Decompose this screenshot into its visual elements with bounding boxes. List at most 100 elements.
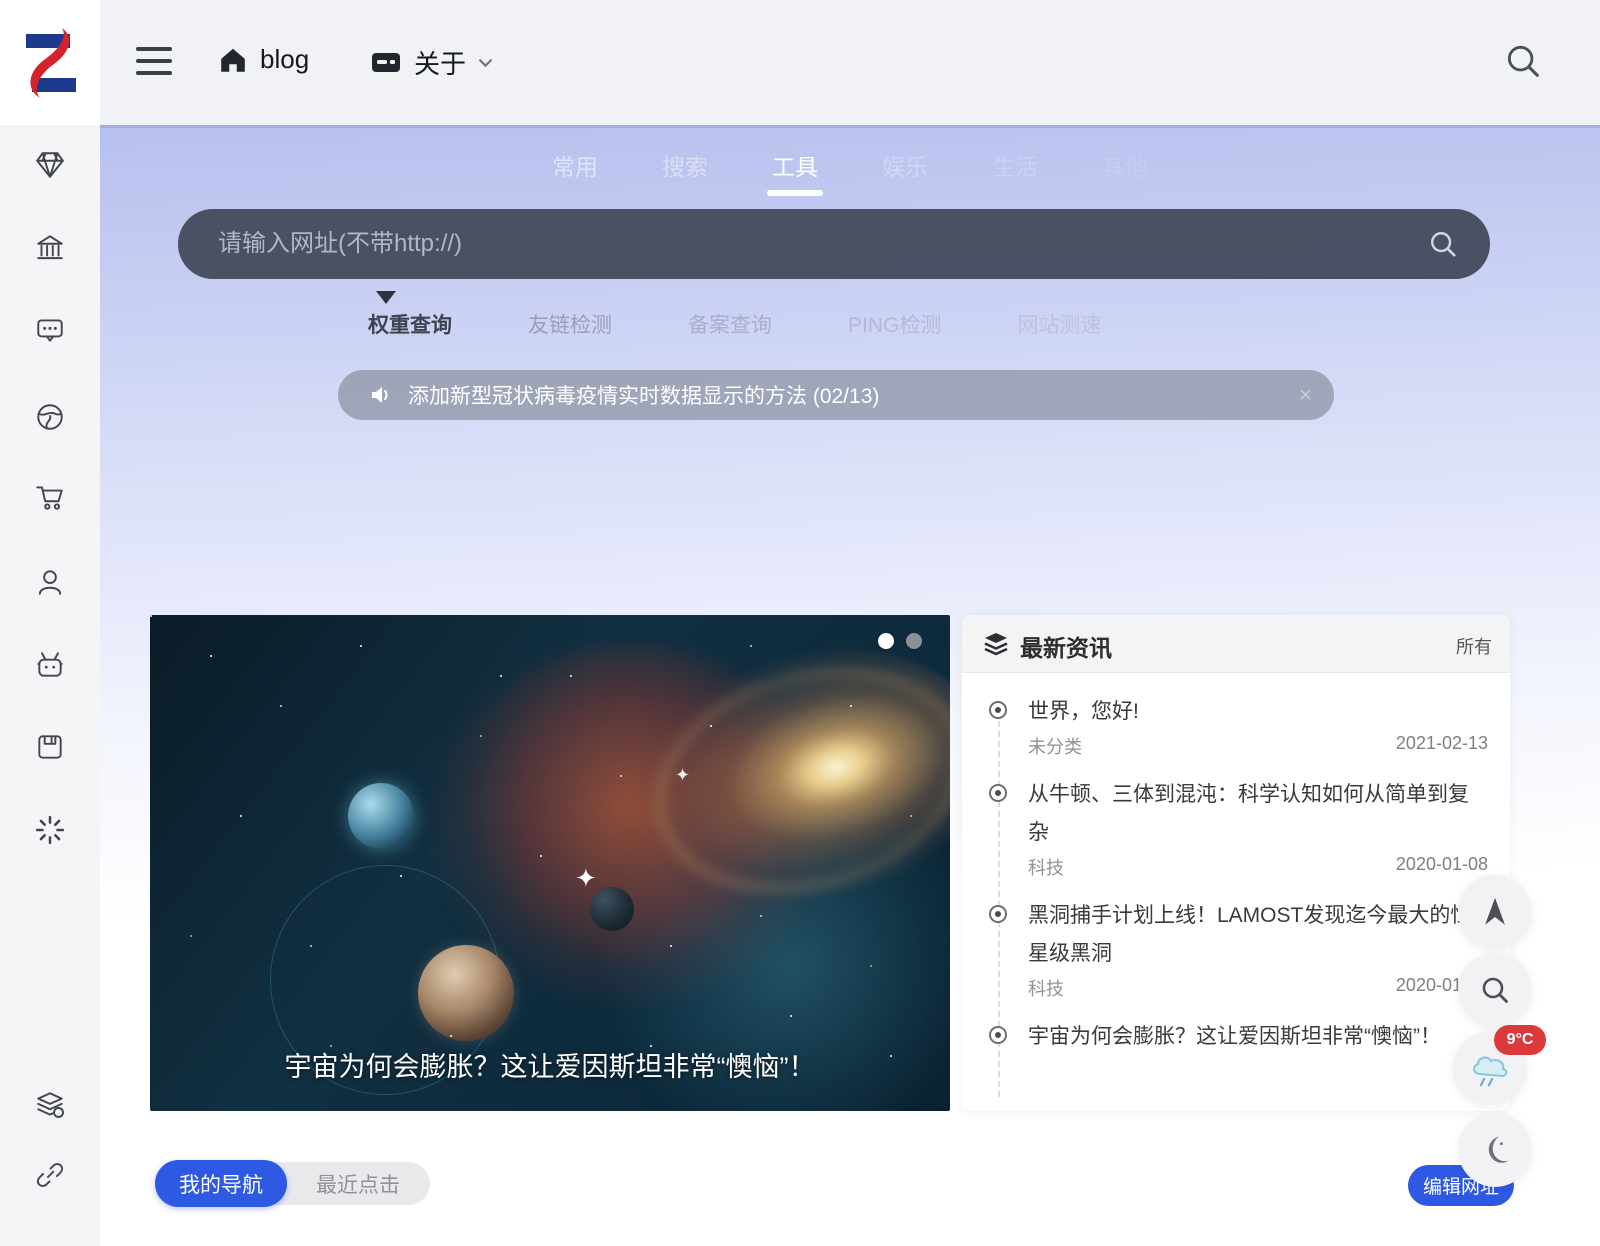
tab-yule[interactable]: 娱乐	[882, 148, 928, 196]
about-icon	[370, 50, 402, 76]
carousel-caption: 宇宙为何会膨胀？这让爱因斯坦非常“懊恼”！	[230, 1047, 870, 1089]
chat-bubble-icon	[34, 314, 66, 346]
close-icon[interactable]: ×	[1299, 384, 1312, 406]
announcement-text: 添加新型冠状病毒疫情实时数据显示的方法 (02/13)	[408, 380, 879, 410]
sidebar-item-save[interactable]	[33, 730, 67, 764]
stars-art	[150, 615, 152, 617]
globe-icon	[34, 401, 66, 433]
category-tabs: 常用 搜索 工具 娱乐 生活 其他	[100, 148, 1600, 196]
timeline-dot-icon	[989, 1026, 1007, 1044]
news-item[interactable]: 黑洞捕手计划上线！LAMOST发现迄今最大的恒星级黑洞 科技 2020-01-0…	[1028, 897, 1488, 1001]
page: blog 关于 常用 搜索 工具 娱乐 生活	[0, 0, 1600, 1246]
sidebar-item-shop[interactable]	[33, 480, 67, 514]
latest-news-card: 最新资讯 所有 世界，您好! 未分类 2021-02-13 从牛顿、三体到混沌：…	[962, 615, 1510, 1111]
subtab-ping-test[interactable]: PING检测	[848, 309, 941, 339]
chevron-down-icon	[478, 58, 493, 68]
news-item-category: 未分类	[1028, 733, 1082, 759]
sidebar-item-loading[interactable]	[33, 813, 67, 847]
gem-icon	[34, 149, 66, 181]
moon-icon	[1478, 1133, 1512, 1167]
tool-sub-tabs: 权重查询 友链检测 备案查询 PING检测 网站测速	[368, 309, 1101, 339]
home-link-label: blog	[260, 44, 309, 75]
news-item-category: 科技	[1028, 975, 1064, 1001]
announcement-banner[interactable]: 添加新型冠状病毒疫情实时数据显示的方法 (02/13) ×	[338, 370, 1334, 420]
news-all-link[interactable]: 所有	[1456, 633, 1492, 659]
news-list: 世界，您好! 未分类 2021-02-13 从牛顿、三体到混沌：科学认知如何从简…	[962, 673, 1510, 1111]
subtab-speed-test[interactable]: 网站测速	[1017, 309, 1101, 339]
bank-icon	[34, 232, 66, 264]
carousel-dots	[878, 633, 922, 649]
tab-qita[interactable]: 其他	[1102, 148, 1148, 196]
floppy-save-icon	[34, 731, 66, 763]
sidebar-item-vip[interactable]	[33, 148, 67, 182]
up-arrow-icon	[1478, 895, 1512, 929]
top-header: blog 关于	[100, 0, 1600, 125]
subtab-weight-query[interactable]: 权重查询	[368, 309, 452, 339]
my-navigation-tab[interactable]: 我的导航	[155, 1160, 287, 1207]
cart-icon	[34, 481, 66, 513]
user-icon	[34, 566, 66, 598]
weather-button[interactable]: 9°C	[1453, 1031, 1527, 1105]
header-search-button[interactable]	[1504, 42, 1544, 82]
timeline-dot-icon	[989, 784, 1007, 802]
tab-shenghuo[interactable]: 生活	[992, 148, 1038, 196]
temperature-badge: 9°C	[1494, 1025, 1546, 1055]
timeline-dot-icon	[989, 701, 1007, 719]
news-item-category: 科技	[1028, 854, 1064, 880]
site-logo[interactable]	[0, 0, 100, 125]
sidebar-item-bank[interactable]	[33, 231, 67, 265]
sidebar	[0, 0, 100, 1246]
floating-search-button[interactable]	[1458, 953, 1532, 1027]
star-sparkle: ✦	[575, 863, 597, 894]
tab-changyong[interactable]: 常用	[552, 148, 598, 196]
about-dropdown[interactable]: 关于	[370, 44, 493, 81]
back-to-top-button[interactable]	[1458, 875, 1532, 949]
url-search-submit[interactable]	[1428, 229, 1458, 259]
search-icon	[1504, 42, 1542, 80]
url-search-bar	[178, 209, 1490, 279]
home-link[interactable]: blog	[218, 44, 309, 75]
news-item[interactable]: 从牛顿、三体到混沌：科学认知如何从简单到复杂 科技 2020-01-08	[1028, 776, 1488, 880]
sidebar-item-chat[interactable]	[33, 313, 67, 347]
search-icon	[1428, 229, 1458, 259]
sidebar-item-user[interactable]	[33, 565, 67, 599]
tab-gongju[interactable]: 工具	[772, 148, 818, 196]
subtab-icp-query[interactable]: 备案查询	[688, 309, 772, 339]
news-title: 最新资讯	[1020, 629, 1112, 663]
about-label: 关于	[414, 44, 466, 81]
spinner-burst-icon	[34, 814, 66, 846]
speaker-icon	[368, 383, 392, 407]
tab-sousuo[interactable]: 搜索	[662, 148, 708, 196]
url-input[interactable]	[178, 230, 1428, 258]
news-item-date: 2020-01-08	[1396, 854, 1488, 880]
layers-stack-icon	[34, 1089, 66, 1121]
star-sparkle: ✦	[675, 765, 690, 786]
news-item-title: 宇宙为何会膨胀？这让爱因斯坦非常“懊恼”！	[1028, 1018, 1488, 1056]
active-tool-pointer	[376, 291, 396, 304]
news-card-header: 最新资讯 所有	[962, 615, 1510, 673]
carousel-dot-1[interactable]	[878, 633, 894, 649]
home-icon	[218, 45, 248, 75]
logo-icon	[18, 26, 82, 100]
sidebar-item-media[interactable]	[33, 648, 67, 682]
sidebar-item-stack[interactable]	[33, 1088, 67, 1122]
news-item[interactable]: 世界，您好! 未分类 2021-02-13	[1028, 693, 1488, 759]
subtab-friend-links[interactable]: 友链检测	[528, 309, 612, 339]
robot-tv-icon	[34, 649, 66, 681]
link-icon	[34, 1159, 66, 1191]
search-icon	[1479, 974, 1511, 1006]
layers-icon	[982, 630, 1010, 663]
carousel-dot-2[interactable]	[906, 633, 922, 649]
sidebar-item-world[interactable]	[33, 400, 67, 434]
news-item-date: 2021-02-13	[1396, 733, 1488, 759]
menu-toggle-button[interactable]	[136, 47, 174, 77]
news-item-title: 世界，您好!	[1028, 693, 1488, 731]
sidebar-item-links[interactable]	[33, 1158, 67, 1192]
night-mode-button[interactable]	[1458, 1113, 1532, 1187]
news-item[interactable]: 宇宙为何会膨胀？这让爱因斯坦非常“懊恼”！	[1028, 1018, 1488, 1056]
main-area: 常用 搜索 工具 娱乐 生活 其他 权重查询 友链检测 备案查询 PING检测 …	[100, 125, 1600, 1246]
timeline-dot-icon	[989, 905, 1007, 923]
carousel-slide[interactable]: ✦ ✦ 宇宙为何会膨胀？这让爱因斯坦非常“懊恼”！	[150, 615, 950, 1111]
planet-art	[348, 783, 414, 849]
news-item-title: 从牛顿、三体到混沌：科学认知如何从简单到复杂	[1028, 776, 1488, 852]
